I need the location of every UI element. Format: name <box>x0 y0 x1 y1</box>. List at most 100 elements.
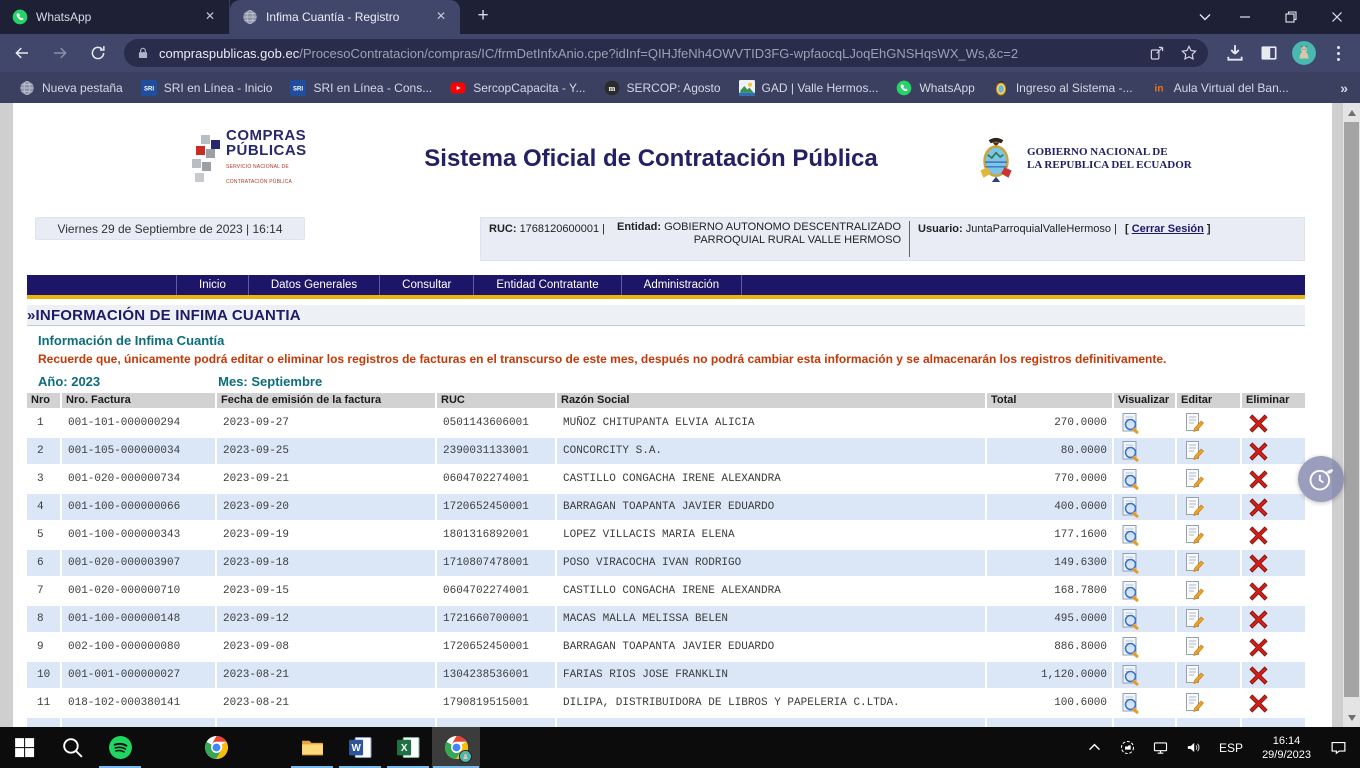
edit-document-icon[interactable] <box>1184 524 1204 546</box>
scroll-down-icon[interactable] <box>1343 709 1360 726</box>
forward-icon[interactable] <box>44 37 76 69</box>
view-document-icon[interactable] <box>1121 412 1141 434</box>
side-panel-icon[interactable] <box>1259 43 1279 63</box>
cell-action <box>1242 662 1305 688</box>
delete-icon[interactable] <box>1249 694 1268 713</box>
edge-icon <box>156 735 181 760</box>
tab-close-icon[interactable]: ✕ <box>201 8 219 26</box>
bookmark-aula-virtual-del-ban[interactable]: inAula Virtual del Ban... <box>1142 76 1298 100</box>
ecuador-coat-of-arms-icon <box>975 135 1017 183</box>
delete-icon[interactable] <box>1249 554 1268 573</box>
profile-avatar[interactable] <box>1292 41 1316 65</box>
volume-icon[interactable] <box>1185 739 1202 756</box>
taskbar-search-button[interactable] <box>48 727 96 768</box>
back-icon[interactable] <box>6 37 38 69</box>
lock-icon[interactable] <box>136 46 150 60</box>
taskbar-chrome-profile-app[interactable] <box>432 727 480 768</box>
bookmark-ingreso-al-sistema[interactable]: Ingreso al Sistema -... <box>984 76 1142 100</box>
view-document-icon[interactable] <box>1121 468 1141 490</box>
taskbar-start-button[interactable] <box>0 727 48 768</box>
delete-icon[interactable] <box>1249 610 1268 629</box>
new-tab-button[interactable]: + <box>468 2 498 32</box>
taskbar-edge-app[interactable] <box>144 727 192 768</box>
menu-item-datos-generales[interactable]: Datos Generales <box>249 275 380 295</box>
taskbar-word-app[interactable]: W <box>336 727 384 768</box>
view-document-icon[interactable] <box>1121 636 1141 658</box>
web-page: COMPRAS PÚBLICAS SERVICIO NACIONAL DE CO… <box>13 103 1332 727</box>
page-scrollbar[interactable] <box>1343 103 1360 727</box>
reload-icon[interactable] <box>82 37 114 69</box>
edit-document-icon[interactable] <box>1184 552 1204 574</box>
taskbar-chrome-app[interactable] <box>192 727 240 768</box>
taskbar-spotify-app[interactable] <box>96 727 144 768</box>
menu-kebab-icon[interactable] <box>1330 43 1346 63</box>
scroll-up-icon[interactable] <box>1343 104 1360 121</box>
taskbar-explorer-app[interactable] <box>288 727 336 768</box>
edit-document-icon[interactable] <box>1184 692 1204 714</box>
menu-item-entidad-contratante[interactable]: Entidad Contratante <box>474 275 621 295</box>
edit-document-icon[interactable] <box>1184 468 1204 490</box>
view-document-icon[interactable] <box>1121 440 1141 462</box>
menu-item-consultar[interactable]: Consultar <box>380 275 474 295</box>
view-document-icon[interactable] <box>1121 496 1141 518</box>
view-document-icon[interactable] <box>1121 692 1141 714</box>
menu-item-administracion[interactable]: Administración <box>622 275 742 295</box>
delete-icon[interactable] <box>1249 526 1268 545</box>
network-display-icon[interactable] <box>1152 739 1169 756</box>
table-row: 7001-020-0000007102023-09-15060470227400… <box>27 578 1305 604</box>
bookmark-star-icon[interactable] <box>1180 44 1198 62</box>
download-icon[interactable] <box>1225 43 1245 63</box>
tab-search-icon[interactable] <box>1188 0 1222 34</box>
edit-document-icon[interactable] <box>1184 664 1204 686</box>
delete-icon[interactable] <box>1249 442 1268 461</box>
taskbar-excel-app[interactable]: X <box>384 727 432 768</box>
scrollbar-thumb[interactable] <box>1344 122 1359 697</box>
tab-infima-cuantia[interactable]: Infima Cuantía - Registro ✕ <box>230 0 460 34</box>
bookmarks-overflow-icon[interactable]: » <box>1340 80 1348 96</box>
address-bar[interactable]: compraspublicas.gob.ec/ProcesoContrataci… <box>124 39 1208 67</box>
delete-icon[interactable] <box>1249 470 1268 489</box>
minimize-button[interactable] <box>1222 0 1268 34</box>
bookmark-gad-valle-hermos[interactable]: GAD | Valle Hermos... <box>730 76 888 100</box>
language-indicator[interactable]: ESP <box>1219 741 1243 755</box>
screen-time-clock-widget[interactable] <box>1298 456 1344 502</box>
delete-icon[interactable] <box>1249 638 1268 657</box>
delete-icon[interactable] <box>1249 498 1268 517</box>
edit-document-icon[interactable] <box>1184 412 1204 434</box>
bookmark-sri-en-linea-cons[interactable]: SRISRI en Línea - Cons... <box>281 76 441 100</box>
edit-document-icon[interactable] <box>1184 580 1204 602</box>
edit-document-icon[interactable] <box>1184 636 1204 658</box>
tab-whatsapp[interactable]: WhatsApp ✕ <box>0 0 230 34</box>
view-document-icon[interactable] <box>1121 552 1141 574</box>
view-document-icon[interactable] <box>1121 524 1141 546</box>
cell-fecha: 2023-09-20 <box>217 494 435 520</box>
bookmark-sercopcapacita-y[interactable]: SercopCapacita - Y... <box>441 76 594 100</box>
view-document-icon[interactable] <box>1121 664 1141 686</box>
share-icon[interactable] <box>1148 44 1166 62</box>
edit-document-icon[interactable] <box>1184 440 1204 462</box>
bookmark-nueva-pestana[interactable]: Nueva pestaña <box>10 76 132 100</box>
delete-icon[interactable] <box>1249 666 1268 685</box>
bookmark-label: Aula Virtual del Ban... <box>1174 81 1289 95</box>
menu-item-inicio[interactable]: Inicio <box>177 275 249 295</box>
edit-document-icon[interactable] <box>1184 496 1204 518</box>
clock-display[interactable]: 16:14 29/9/2023 <box>1262 734 1311 762</box>
notification-center-icon[interactable] <box>1329 739 1348 756</box>
close-button[interactable] <box>1314 0 1360 34</box>
bookmark-sercop-agosto[interactable]: mSERCOP: Agosto <box>595 76 730 100</box>
screen-recorder-icon[interactable] <box>1119 739 1136 756</box>
bookmark-sri-en-linea-inicio[interactable]: SRISRI en Línea - Inicio <box>132 76 282 100</box>
logout-link[interactable]: Cerrar Sesión <box>1132 223 1204 235</box>
view-document-icon[interactable] <box>1121 608 1141 630</box>
taskbar-firefox-app[interactable] <box>240 727 288 768</box>
restore-button[interactable] <box>1268 0 1314 34</box>
breadcrumb-text: »INFORMACIÓN DE INFIMA CUANTIA <box>27 307 301 324</box>
view-document-icon[interactable] <box>1121 580 1141 602</box>
edit-document-icon[interactable] <box>1184 608 1204 630</box>
tray-expand-icon[interactable] <box>1086 739 1103 756</box>
cell <box>1242 718 1305 727</box>
delete-icon[interactable] <box>1249 582 1268 601</box>
delete-icon[interactable] <box>1249 414 1268 433</box>
tab-close-icon[interactable]: ✕ <box>432 8 450 26</box>
bookmark-whatsapp[interactable]: WhatsApp <box>887 76 983 100</box>
